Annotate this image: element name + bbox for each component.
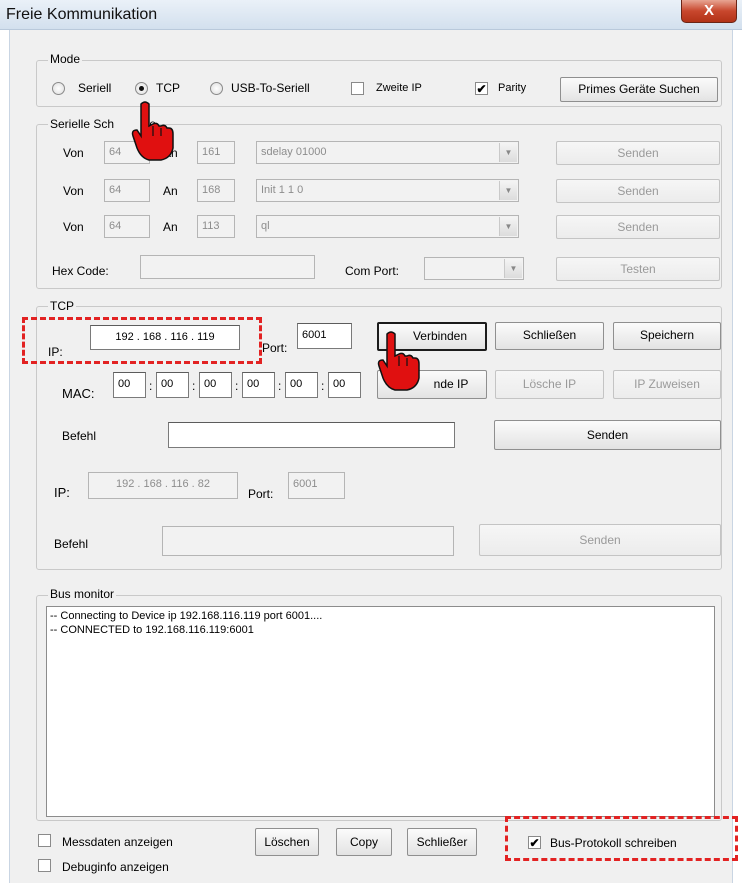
com-port-combo[interactable]: ▼ — [424, 257, 524, 280]
parity-label: Parity — [498, 82, 527, 94]
com-port-label: Com Port: — [345, 264, 400, 278]
mac-separator: : — [321, 379, 325, 393]
test-button[interactable]: Testen — [556, 257, 720, 281]
serial-row1-von-label: Von — [63, 146, 84, 160]
debuginfo-checkbox[interactable] — [38, 859, 51, 872]
serial-row1-command-value: sdelay 01000 — [261, 146, 327, 158]
serial-row3-von-label: Von — [63, 220, 84, 234]
mac-label: MAC: — [62, 386, 95, 401]
close-dialog-button[interactable]: Schließer — [407, 828, 477, 856]
command-send-button[interactable]: Senden — [494, 420, 721, 450]
messdaten-label: Messdaten anzeigen — [62, 835, 173, 849]
serial-row2-command-combo[interactable]: Init 1 1 0 ▼ — [256, 179, 519, 202]
mode-radio-usb[interactable] — [210, 82, 223, 95]
mac-separator: : — [278, 379, 282, 393]
zweite-ip-checkbox[interactable] — [351, 82, 364, 95]
tcp-close-button[interactable]: Schließen — [495, 322, 604, 350]
chevron-down-icon[interactable]: ▼ — [499, 217, 517, 236]
primes-search-button[interactable]: Primes Geräte Suchen — [560, 77, 718, 102]
chevron-down-icon[interactable]: ▼ — [499, 143, 517, 162]
mode-radio-seriell[interactable] — [52, 82, 65, 95]
tcp-port2-input[interactable]: 6001 — [288, 472, 345, 499]
mode-legend: Mode — [48, 52, 83, 66]
clear-log-button[interactable]: Löschen — [255, 828, 319, 856]
command-label: Befehl — [62, 429, 97, 443]
mac-separator: : — [149, 379, 153, 393]
tcp-port2-label: Port: — [248, 487, 274, 501]
tcp-ip-input[interactable]: 192 . 168 . 116 . 119 — [90, 325, 240, 350]
mac-octet-6[interactable]: 00 — [328, 372, 361, 398]
hex-code-label: Hex Code: — [52, 264, 109, 278]
mac-separator: : — [192, 379, 196, 393]
tcp-save-button[interactable]: Speichern — [613, 322, 721, 350]
assign-ip-button[interactable]: IP Zuweisen — [613, 370, 721, 399]
tcp-port-label: Port: — [262, 341, 288, 355]
serial-row3-command-combo[interactable]: ql ▼ — [256, 215, 519, 238]
serial-row2-von-input[interactable]: 64 — [104, 179, 150, 202]
tcp-port-input[interactable]: 6001 — [297, 323, 352, 349]
serial-row2-an-input[interactable]: 168 — [197, 179, 235, 202]
mac-octet-5[interactable]: 00 — [285, 372, 318, 398]
tcp-ip-label: IP: — [48, 345, 63, 359]
serial-row3-command-value: ql — [261, 220, 270, 232]
serial-row3-send-button[interactable]: Senden — [556, 215, 720, 239]
bus-protokoll-checkbox[interactable]: ✔ — [528, 836, 541, 849]
bus-monitor-legend: Bus monitor — [48, 587, 117, 601]
close-window-button[interactable]: X — [681, 0, 737, 23]
command2-send-button[interactable]: Senden — [479, 524, 721, 556]
mac-octet-4[interactable]: 00 — [242, 372, 275, 398]
mode-label-seriell: Seriell — [78, 81, 112, 95]
debuginfo-label: Debuginfo anzeigen — [62, 860, 169, 874]
command2-label: Befehl — [54, 537, 89, 551]
tcp-legend: TCP — [48, 299, 76, 313]
serial-row2-send-button[interactable]: Senden — [556, 179, 720, 203]
serial-row3-von-input[interactable]: 64 — [104, 215, 150, 238]
messdaten-checkbox[interactable] — [38, 834, 51, 847]
delete-ip-button[interactable]: Lösche IP — [495, 370, 604, 399]
window-title: Freie Kommunikation — [6, 6, 158, 23]
mode-radio-tcp[interactable] — [135, 82, 148, 95]
serial-legend-left: Serielle Sch — [50, 117, 115, 131]
serial-row1-an-input[interactable]: 161 — [197, 141, 235, 164]
hex-code-input[interactable] — [140, 255, 315, 279]
mode-label-usb: USB-To-Seriell — [231, 81, 310, 95]
hand-cursor-icon — [377, 331, 420, 391]
chevron-down-icon[interactable]: ▼ — [504, 259, 522, 278]
bus-monitor-log[interactable]: -- Connecting to Device ip 192.168.116.1… — [46, 606, 715, 817]
bus-protokoll-label: Bus-Protokoll schreiben — [550, 836, 677, 850]
hand-cursor-icon — [131, 101, 174, 161]
serial-row2-an-label: An — [163, 184, 178, 198]
serial-row2-von-label: Von — [63, 184, 84, 198]
chevron-down-icon[interactable]: ▼ — [499, 181, 517, 200]
serial-row3-an-input[interactable]: 113 — [197, 215, 235, 238]
mac-octet-1[interactable]: 00 — [113, 372, 146, 398]
mac-octet-2[interactable]: 00 — [156, 372, 189, 398]
serial-row1-send-button[interactable]: Senden — [556, 141, 720, 165]
command2-input[interactable] — [162, 526, 454, 556]
serial-row3-an-label: An — [163, 220, 178, 234]
serial-row1-command-combo[interactable]: sdelay 01000 ▼ — [256, 141, 519, 164]
log-line: -- CONNECTED to 192.168.116.119:6001 — [50, 624, 254, 636]
parity-checkbox[interactable]: ✔ — [475, 82, 488, 95]
tcp-ip2-label: IP: — [54, 485, 70, 500]
log-line: -- Connecting to Device ip 192.168.116.1… — [50, 610, 323, 622]
serial-row2-command-value: Init 1 1 0 — [261, 184, 304, 196]
mode-label-tcp: TCP — [156, 81, 180, 95]
tcp-ip2-input[interactable]: 192 . 168 . 116 . 82 — [88, 472, 238, 499]
copy-log-button[interactable]: Copy — [336, 828, 392, 856]
mac-separator: : — [235, 379, 239, 393]
command-input[interactable] — [168, 422, 455, 448]
zweite-ip-label: Zweite IP — [376, 82, 422, 94]
mac-octet-3[interactable]: 00 — [199, 372, 232, 398]
